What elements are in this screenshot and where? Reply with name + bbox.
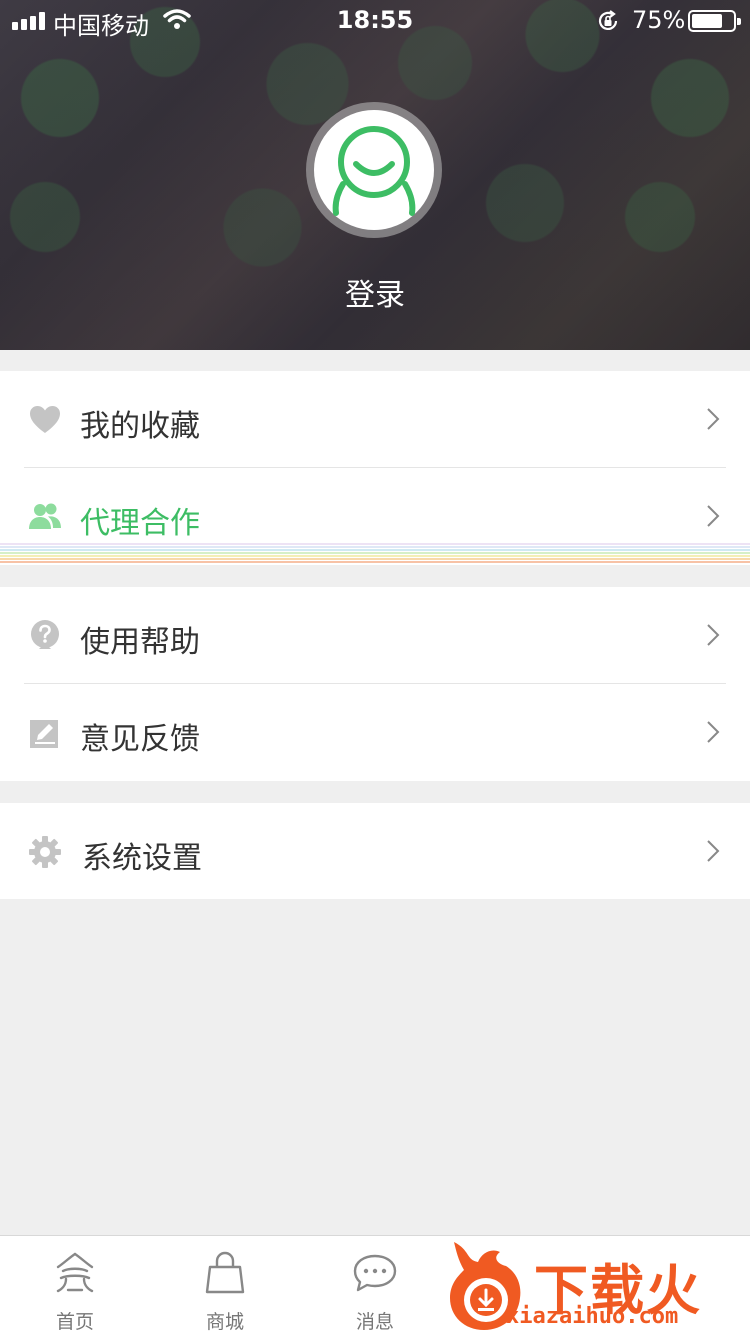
menu-label-favorites: 我的收藏 <box>80 409 200 444</box>
status-bar: 中国移动 18:55 75% <box>0 0 750 40</box>
menu-item-feedback[interactable]: 意见反馈 <box>0 684 750 781</box>
menu-group-2: 使用帮助 意见反馈 <box>0 587 750 781</box>
avatar[interactable] <box>306 102 442 238</box>
rainbow-stripe <box>0 543 750 565</box>
menu-label-settings: 系统设置 <box>82 841 202 876</box>
home-icon <box>56 1252 94 1293</box>
battery-percent: 75% <box>632 6 686 34</box>
login-link[interactable]: 登录 <box>0 270 750 314</box>
heart-icon <box>30 406 60 433</box>
tab-mall[interactable]: 商城 <box>150 1236 300 1334</box>
edit-icon <box>30 720 58 748</box>
chevron-right-icon <box>707 624 720 646</box>
gear-icon <box>29 836 61 868</box>
message-icon <box>353 1254 397 1292</box>
users-icon <box>29 503 61 529</box>
question-icon <box>31 620 59 649</box>
menu-group-1: 我的收藏 代理合作 <box>0 371 750 565</box>
chevron-right-icon <box>707 505 720 527</box>
menu-label-feedback: 意见反馈 <box>80 722 200 757</box>
watermark-url: xiazaihuo.com <box>506 1304 679 1329</box>
tab-home[interactable]: 首页 <box>0 1236 150 1334</box>
tab-label-messages: 消息 <box>355 1311 394 1333</box>
battery-icon <box>688 10 741 32</box>
tab-label-mall: 商城 <box>205 1311 244 1333</box>
menu-label-agent-cooperation: 代理合作 <box>80 506 200 541</box>
watermark-logo: 下载火 xiazaihuo.com <box>444 1238 750 1334</box>
menu-item-favorites[interactable]: 我的收藏 <box>0 371 750 468</box>
menu-label-help: 使用帮助 <box>80 625 200 660</box>
tab-messages[interactable]: 消息 <box>300 1236 450 1334</box>
rotation-lock-icon <box>598 10 618 30</box>
menu-item-help[interactable]: 使用帮助 <box>0 587 750 684</box>
tab-label-home: 首页 <box>55 1311 94 1333</box>
shopping-bag-icon <box>205 1251 245 1294</box>
menu-group-3: 系统设置 <box>0 803 750 899</box>
menu-item-settings[interactable]: 系统设置 <box>0 803 750 900</box>
chevron-right-icon <box>707 721 720 743</box>
chevron-right-icon <box>707 840 720 862</box>
smiley-user-icon <box>332 126 416 216</box>
chevron-right-icon <box>707 408 720 430</box>
